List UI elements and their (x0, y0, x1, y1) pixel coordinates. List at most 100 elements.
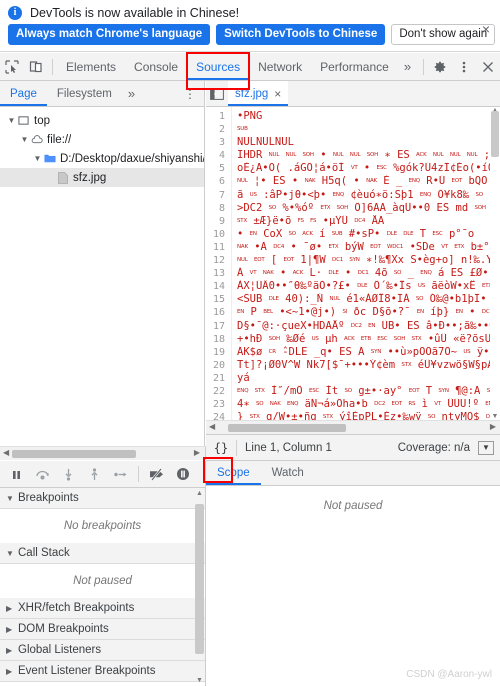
device-toolbar-icon[interactable] (24, 55, 48, 79)
tab-network[interactable]: Network (249, 53, 311, 80)
code-content[interactable]: •PNG SUB NULNULNUL IHDR NUL NUL SOH • NUL N… (232, 107, 500, 420)
chevron-right-icon: ▶ (6, 603, 13, 613)
navtab-filesystem[interactable]: Filesystem (47, 81, 122, 106)
navigator-horizontal-scrollbar[interactable]: ◀ ▶ (0, 446, 206, 460)
code-line: NUL ¦• ES • NAK H5q( • NAK È _ ENQ R•Ú E… (237, 175, 500, 188)
step-out-button[interactable] (82, 462, 106, 486)
kebab-menu-icon[interactable] (452, 55, 476, 79)
pause-on-exceptions-button[interactable] (171, 462, 195, 486)
editor-horizontal-scrollbar[interactable]: ◀ ▶ (206, 420, 500, 434)
navigator-scrollbar-thumb[interactable] (12, 450, 136, 458)
panel-header-call-stack[interactable]: ▼ Call Stack (0, 543, 205, 564)
code-line: • EN CoX SO ACK í SUB #•sP• DLE DLE T ES… (237, 227, 475, 240)
file-tree: ▼ top ▼ file:// ▼ D:/Desktop/daxue/shiya… (0, 107, 204, 187)
tree-row[interactable]: ▼ file:// (0, 130, 204, 149)
show-navigator-icon[interactable] (206, 87, 228, 100)
chevron-right-icon: ▶ (6, 624, 13, 634)
watermark: CSDN @Aaron-ywl (406, 669, 492, 680)
pretty-print-button[interactable]: {} (206, 441, 236, 455)
inspect-element-icon[interactable] (0, 55, 24, 79)
banner-close-icon[interactable]: × (479, 22, 493, 36)
line-number: 22 (212, 385, 225, 397)
tab-network-label: Network (258, 59, 303, 74)
vertical-scrollbar-thumb[interactable] (491, 111, 499, 157)
popout-panel-icon[interactable]: ▼ (478, 440, 494, 455)
panel-header-dom-breakpoints[interactable]: ▶ DOM Breakpoints (0, 619, 205, 640)
step-button[interactable] (108, 462, 132, 486)
tab-sources[interactable]: Sources (187, 53, 250, 80)
deactivate-breakpoints-button[interactable] (145, 462, 169, 486)
navigator-more-icon[interactable]: ⋮ (176, 87, 204, 101)
tree-row[interactable]: sfz.jpg (0, 168, 204, 187)
step-into-button[interactable] (56, 462, 80, 486)
panel-title: Call Stack (18, 547, 70, 559)
tree-item-label: file:// (47, 133, 72, 146)
coverage-label: Coverage: n/a (397, 441, 470, 454)
code-line: SUB (237, 126, 248, 133)
navigator-pane: Page Filesystem » ⋮ ▼ top ▼ file:// ▼ D:… (0, 81, 205, 446)
switch-to-chinese-button[interactable]: Switch DevTools to Chinese (216, 24, 386, 45)
navtab-page[interactable]: Page (0, 81, 47, 106)
scroll-left-arrow-icon[interactable]: ◀ (3, 448, 9, 457)
panel-header-event-listener-breakpoints[interactable]: ▶ Event Listener Breakpoints (0, 661, 205, 682)
toolbar-divider-2 (423, 58, 424, 75)
scope-watch-tabstrip: Scope Watch (206, 461, 500, 486)
line-number: 10 (212, 228, 225, 240)
line-number: 18 (212, 333, 225, 345)
horizontal-scrollbar-thumb[interactable] (228, 424, 346, 432)
code-line: yá (237, 371, 250, 384)
scroll-right-arrow-icon[interactable]: ▶ (194, 448, 200, 457)
line-number: 23 (212, 399, 225, 411)
editor-status-bar: {} Line 1, Column 1 Coverage: n/a ▼ (206, 434, 500, 461)
panel-header-global-listeners[interactable]: ▶ Global Listeners (0, 640, 205, 661)
gear-icon[interactable] (428, 55, 452, 79)
line-number: 8 (218, 202, 225, 214)
twisty-icon[interactable]: ▼ (32, 154, 43, 163)
tab-elements[interactable]: Elements (57, 53, 125, 80)
toolbar-divider (52, 58, 53, 75)
pause-script-button[interactable] (4, 462, 28, 486)
always-match-language-button[interactable]: Always match Chrome's language (8, 24, 211, 45)
code-line: oÈ¿A•O( .áGÕ¦á•öÍ VT • ESC %gók?Ú4zÏ¢Éo(… (237, 162, 500, 175)
close-icon[interactable]: × (274, 87, 281, 101)
close-devtools-icon[interactable] (476, 55, 500, 79)
editor-pane: sfz.jpg × 1 2 3 4 5 6 7 8 9 10 11 12 13 14 15 16 17 18 19 2… (206, 81, 500, 446)
tab-console[interactable]: Console (125, 53, 187, 80)
step-over-button[interactable] (30, 462, 54, 486)
code-line: NUL EOT [ EOT 1|¶W DC1 SYN ∗!‰¶Xx S•èg+o… (237, 254, 500, 267)
twisty-icon[interactable]: ▼ (19, 135, 30, 144)
editor-file-tab-sfz-jpg[interactable]: sfz.jpg × (228, 81, 289, 106)
navtab-filesystem-label: Filesystem (56, 87, 112, 100)
editor-vertical-scrollbar[interactable]: ▲ ▼ (490, 107, 500, 420)
code-viewer[interactable]: 1234567891011121314151617181920212223242… (206, 107, 500, 420)
scroll-up-arrow-icon[interactable]: ▲ (195, 490, 204, 497)
scroll-down-arrow-icon[interactable]: ▼ (195, 677, 204, 684)
scroll-right-arrow-icon[interactable]: ▶ (490, 422, 496, 431)
language-banner: i DevTools is now available in Chinese! … (0, 0, 500, 52)
side-panel-scrollbar-thumb[interactable] (195, 504, 204, 654)
panel-header-breakpoints[interactable]: ▼ Breakpoints (0, 488, 205, 509)
side-panel-scrollbar[interactable]: ▲ ▼ (195, 488, 204, 686)
panel-header-xhr-fetch-breakpoints[interactable]: ▶ XHR/fetch Breakpoints (0, 598, 205, 619)
panel-title: XHR/fetch Breakpoints (18, 602, 135, 614)
scroll-left-arrow-icon[interactable]: ◀ (209, 422, 215, 431)
tab-watch[interactable]: Watch (261, 461, 315, 485)
tree-row[interactable]: ▼ top (0, 111, 204, 130)
more-tabs-chevron-icon[interactable]: » (398, 59, 417, 74)
tab-scope[interactable]: Scope (206, 461, 261, 485)
call-stack-empty-text: Not paused (73, 575, 132, 587)
navigator-overflow-chevron-icon[interactable]: » (122, 86, 141, 101)
scroll-down-arrow-icon[interactable]: ▼ (491, 413, 499, 420)
line-number: 20 (212, 359, 225, 371)
scope-empty-text: Not paused (323, 500, 383, 512)
line-number: 24 (212, 412, 225, 420)
status-divider (236, 439, 237, 456)
line-number: 3 (218, 137, 225, 149)
code-line: <SUB DLE 40):_Ń NUL é1«ÀØÎ8•ÏÁ SO Ó‰@•b1… (237, 293, 500, 306)
twisty-icon[interactable]: ▼ (6, 116, 17, 125)
tab-performance[interactable]: Performance (311, 53, 398, 80)
tree-row[interactable]: ▼ D:/Desktop/daxue/shiyanshi/Pr (0, 149, 204, 168)
call-stack-empty-state: Not paused (0, 564, 205, 598)
code-line: D§•¯@:·çueX•HDAÅº DC2 EN ÜB• ES â•Ð••;ã‰… (237, 319, 500, 332)
chevron-down-icon: ▼ (6, 493, 14, 503)
